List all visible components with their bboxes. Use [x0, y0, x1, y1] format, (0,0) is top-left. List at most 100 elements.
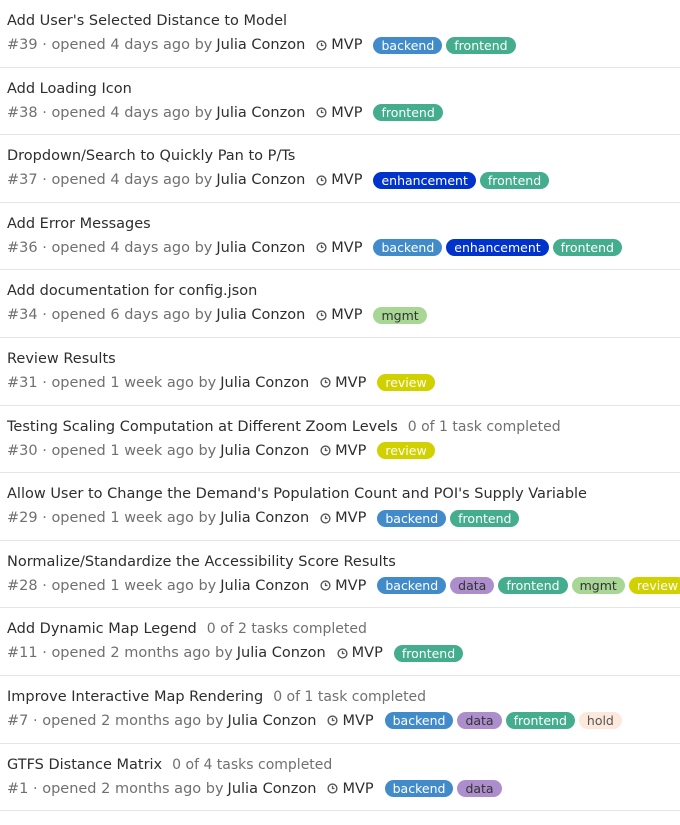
- opened-text: opened 2 months ago by: [42, 780, 224, 797]
- issue-title-row: Add User's Selected Distance to Model: [7, 9, 680, 33]
- author-link[interactable]: Julia Conzon: [220, 578, 309, 594]
- author-link[interactable]: Julia Conzon: [220, 375, 309, 391]
- opened-text: opened 6 days ago by: [51, 307, 213, 324]
- label-group: review: [377, 374, 438, 392]
- issue-row: Add Loading Icon #38 · opened 4 days ago…: [0, 68, 680, 136]
- author-link[interactable]: Julia Conzon: [220, 510, 309, 526]
- issue-title[interactable]: Add Dynamic Map Legend: [7, 621, 197, 637]
- milestone-link[interactable]: MVP: [337, 645, 383, 661]
- clock-icon: [327, 715, 339, 727]
- issue-meta: #1 · opened 2 months ago by Julia Conzon…: [7, 777, 680, 801]
- issue-title-row: Add Error Messages: [7, 212, 680, 236]
- milestone-link[interactable]: MVP: [320, 375, 366, 391]
- issue-title[interactable]: Normalize/Standardize the Accessibility …: [7, 554, 396, 570]
- label-frontend[interactable]: frontend: [373, 104, 443, 122]
- label-backend[interactable]: backend: [373, 36, 443, 54]
- label-mgmt[interactable]: mgmt: [373, 306, 427, 324]
- meta-separator: ·: [37, 307, 52, 324]
- label-frontend[interactable]: frontend: [450, 509, 520, 527]
- label-backend[interactable]: backend: [377, 509, 447, 527]
- meta-separator: ·: [37, 577, 52, 594]
- issue-title[interactable]: Add User's Selected Distance to Model: [7, 13, 287, 29]
- author-link[interactable]: Julia Conzon: [216, 307, 305, 323]
- label-backend[interactable]: backend: [384, 712, 454, 730]
- label-backend[interactable]: backend: [377, 577, 447, 595]
- task-progress: 0 of 1 task completed: [407, 418, 561, 435]
- label-backend[interactable]: backend: [384, 780, 454, 798]
- label-group: backend enhancement frontend: [373, 239, 625, 257]
- author-link[interactable]: Julia Conzon: [220, 443, 309, 459]
- opened-text: opened 1 week ago by: [51, 510, 217, 527]
- clock-icon: [337, 648, 348, 659]
- issue-meta: #11 · opened 2 months ago by Julia Conzo…: [7, 641, 680, 665]
- issue-ref: #34: [7, 307, 38, 324]
- opened-text: opened 1 week ago by: [51, 442, 217, 459]
- label-review[interactable]: review: [377, 374, 435, 392]
- author-link[interactable]: Julia Conzon: [228, 781, 317, 797]
- milestone-link[interactable]: MVP: [327, 713, 374, 729]
- opened-text: opened 1 week ago by: [51, 374, 217, 391]
- issue-title[interactable]: Testing Scaling Computation at Different…: [7, 419, 398, 435]
- label-frontend[interactable]: frontend: [446, 36, 516, 54]
- milestone-link[interactable]: MVP: [316, 240, 362, 256]
- author-link[interactable]: Julia Conzon: [216, 240, 305, 256]
- milestone-link[interactable]: MVP: [320, 578, 366, 594]
- issue-title[interactable]: GTFS Distance Matrix: [7, 757, 162, 773]
- label-enhancement[interactable]: enhancement: [446, 239, 549, 257]
- issue-meta: #7 · opened 2 months ago by Julia Conzon…: [7, 709, 680, 733]
- task-progress: 0 of 1 task completed: [273, 688, 427, 705]
- author-link[interactable]: Julia Conzon: [216, 172, 305, 188]
- issue-title[interactable]: Dropdown/Search to Quickly Pan to P/Ts: [7, 148, 295, 164]
- author-link[interactable]: Julia Conzon: [216, 105, 305, 121]
- author-link[interactable]: Julia Conzon: [228, 713, 317, 729]
- milestone-link[interactable]: MVP: [316, 105, 362, 121]
- label-group: frontend: [393, 644, 467, 662]
- clock-icon: [316, 242, 327, 253]
- issue-meta: #31 · opened 1 week ago by Julia Conzon …: [7, 371, 680, 395]
- milestone-label: MVP: [335, 442, 367, 459]
- label-data[interactable]: data: [457, 712, 502, 730]
- label-frontend[interactable]: frontend: [552, 239, 622, 257]
- milestone-link[interactable]: MVP: [316, 307, 362, 323]
- label-frontend[interactable]: frontend: [498, 577, 568, 595]
- meta-separator: ·: [37, 374, 52, 391]
- opened-text: opened 2 months ago by: [42, 712, 224, 729]
- label-frontend[interactable]: frontend: [505, 712, 575, 730]
- issue-ref: #29: [7, 510, 38, 527]
- milestone-label: MVP: [335, 510, 367, 527]
- label-review[interactable]: review: [377, 442, 435, 460]
- label-data[interactable]: data: [450, 577, 495, 595]
- label-review[interactable]: review: [628, 577, 680, 595]
- clock-icon: [320, 445, 331, 456]
- issue-title[interactable]: Allow User to Change the Demand's Popula…: [7, 486, 587, 502]
- task-progress: 0 of 2 tasks completed: [206, 621, 367, 638]
- issue-title[interactable]: Review Results: [7, 351, 116, 367]
- milestone-link[interactable]: MVP: [316, 37, 362, 53]
- label-hold[interactable]: hold: [578, 712, 622, 730]
- label-group: mgmt: [373, 306, 430, 324]
- issue-row: Testing Scaling Computation at Different…: [0, 406, 680, 474]
- issue-title[interactable]: Add Error Messages: [7, 216, 151, 232]
- label-data[interactable]: data: [457, 780, 502, 798]
- label-frontend[interactable]: frontend: [393, 644, 464, 662]
- meta-separator: ·: [37, 442, 52, 459]
- author-link[interactable]: Julia Conzon: [216, 37, 305, 53]
- issue-title-row: Dropdown/Search to Quickly Pan to P/Ts: [7, 144, 680, 168]
- issue-row: Allow User to Change the Demand's Popula…: [0, 473, 680, 541]
- milestone-label: MVP: [335, 577, 367, 594]
- milestone-link[interactable]: MVP: [320, 510, 366, 526]
- label-frontend[interactable]: frontend: [479, 171, 550, 189]
- milestone-link[interactable]: MVP: [327, 781, 374, 797]
- author-link[interactable]: Julia Conzon: [237, 645, 326, 661]
- label-backend[interactable]: backend: [373, 239, 443, 257]
- label-enhancement[interactable]: enhancement: [373, 171, 476, 189]
- issue-meta: #37 · opened 4 days ago by Julia Conzon …: [7, 168, 680, 192]
- milestone-link[interactable]: MVP: [316, 172, 362, 188]
- issue-title[interactable]: Add Loading Icon: [7, 81, 132, 97]
- label-mgmt[interactable]: mgmt: [571, 577, 625, 595]
- label-group: backend data frontend mgmt review: [377, 577, 680, 595]
- issue-title[interactable]: Add documentation for config.json: [7, 283, 257, 299]
- issue-ref: #38: [7, 104, 38, 121]
- milestone-link[interactable]: MVP: [320, 443, 366, 459]
- issue-title[interactable]: Improve Interactive Map Rendering: [7, 689, 263, 705]
